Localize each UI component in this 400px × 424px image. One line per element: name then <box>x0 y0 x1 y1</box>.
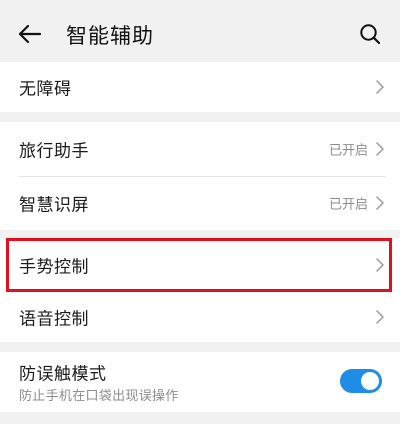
search-icon <box>360 24 381 45</box>
accessibility-label: 无障碍 <box>19 79 72 100</box>
chevron-right-icon <box>376 80 384 94</box>
travel-assistant-status: 已开启 <box>328 143 368 159</box>
gesture-control-label: 手势控制 <box>19 257 89 278</box>
chevron-right-icon <box>376 142 384 156</box>
gesture-control-item[interactable]: 手势控制 <box>0 238 400 292</box>
back-button[interactable] <box>14 18 46 50</box>
page-title: 智能辅助 <box>66 24 154 48</box>
chevron-right-icon <box>376 258 384 272</box>
smart-screen-recognition-status: 已开启 <box>328 197 368 213</box>
title-bar: 智能辅助 <box>0 0 400 66</box>
chevron-right-icon <box>376 196 384 210</box>
travel-assistant-label: 旅行助手 <box>19 141 89 162</box>
search-button[interactable] <box>354 18 386 50</box>
pocket-mode-description: 防止手机在口袋出现误操作 <box>19 389 179 404</box>
voice-control-item[interactable]: 语音控制 <box>0 292 400 342</box>
section-accessibility: 无障碍 <box>0 62 400 112</box>
section-assistants: 旅行助手 已开启 智慧识屏 已开启 <box>0 122 400 230</box>
smart-screen-recognition-item[interactable]: 智慧识屏 已开启 <box>0 176 400 230</box>
chevron-right-icon <box>376 310 384 324</box>
arrow-left-icon <box>18 24 42 44</box>
toggle-knob <box>361 372 379 390</box>
travel-assistant-item[interactable]: 旅行助手 已开启 <box>0 122 400 176</box>
voice-control-label: 语音控制 <box>19 309 89 330</box>
pocket-mode-toggle[interactable] <box>340 369 382 393</box>
accessibility-item[interactable]: 无障碍 <box>0 62 400 112</box>
section-controls: 手势控制 语音控制 <box>0 238 400 342</box>
smart-screen-recognition-label: 智慧识屏 <box>19 195 89 216</box>
pocket-mode-label: 防误触模式 <box>19 364 107 385</box>
